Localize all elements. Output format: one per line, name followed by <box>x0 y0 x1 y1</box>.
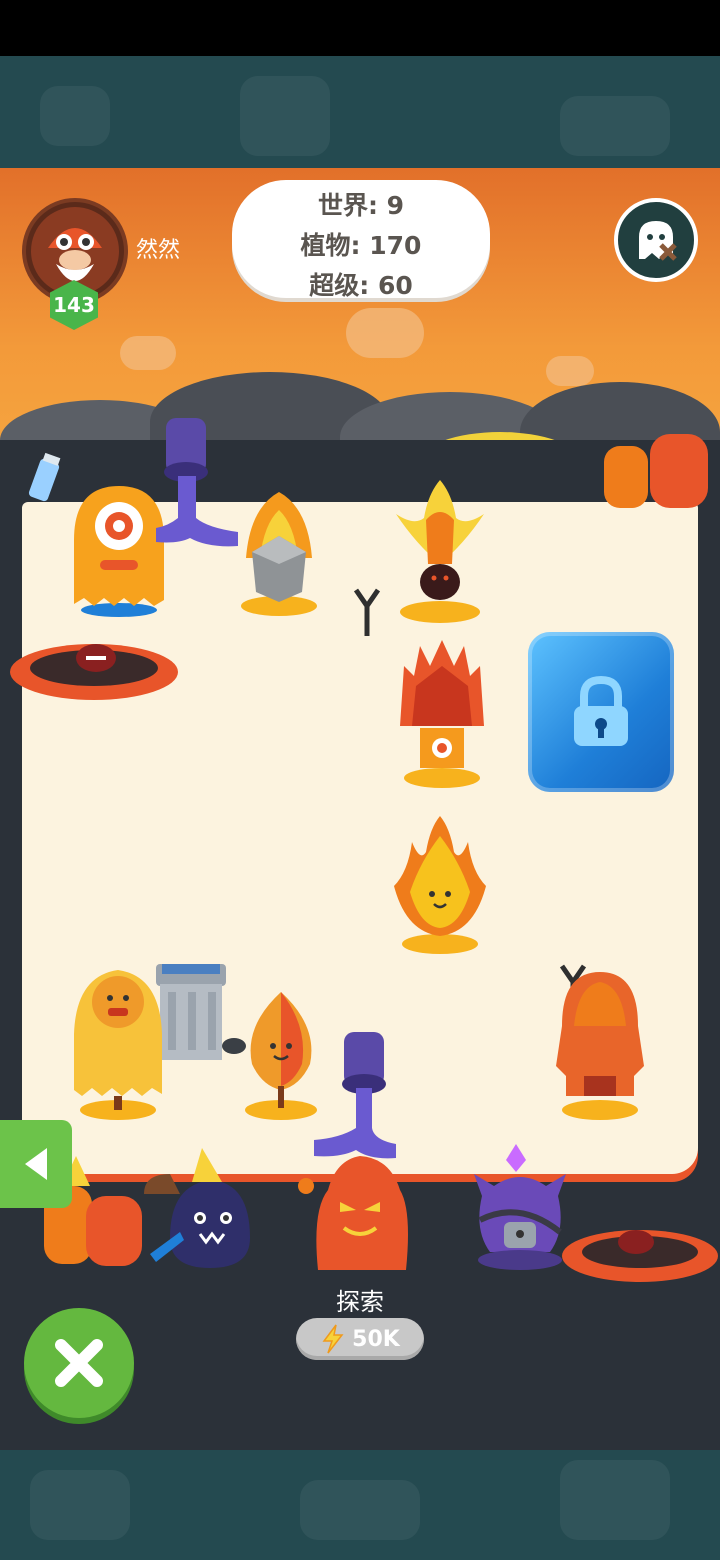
lava-blob-tree[interactable] <box>548 966 652 1126</box>
explore-lava-demon[interactable] <box>298 1150 422 1274</box>
slingshot-item[interactable] <box>350 578 384 638</box>
ghost-cross-icon <box>639 221 677 261</box>
flame-tree[interactable] <box>394 636 490 790</box>
cloud <box>346 308 424 358</box>
purple-horned-monster[interactable] <box>140 1144 256 1274</box>
padlock-icon <box>574 675 628 746</box>
status-bar <box>0 0 720 56</box>
lightning-icon <box>322 1324 344 1354</box>
close-button[interactable] <box>24 1308 134 1418</box>
yellow-furry-monster[interactable] <box>66 964 170 1124</box>
locked-ice-block[interactable] <box>528 632 674 792</box>
purple-bucket[interactable] <box>150 414 250 570</box>
lava-pots <box>604 434 708 508</box>
locked-purple-monster[interactable] <box>470 1140 570 1274</box>
ghost-menu-button[interactable] <box>614 198 698 282</box>
cloud <box>546 356 594 386</box>
decorative-bottom-band <box>0 1450 720 1560</box>
stat-plants: 植物: 170 <box>300 231 422 260</box>
yellow-flame-plant[interactable] <box>390 812 490 958</box>
stat-world: 世界: 9 <box>317 191 405 220</box>
explore-cost: 50K <box>352 1326 400 1352</box>
stat-super: 超级: 60 <box>309 271 413 300</box>
player-name: 然然 <box>136 238 181 263</box>
cloud <box>120 336 176 370</box>
water-bottle <box>28 452 61 502</box>
stats-cloud: 世界: 9 植物: 170 超级: 60 <box>232 180 490 300</box>
explore-label: 探索 <box>336 1288 384 1316</box>
chevron-left-icon <box>25 1148 47 1180</box>
back-button[interactable] <box>0 1120 72 1208</box>
lava-pit[interactable] <box>560 1216 720 1290</box>
lava-pit[interactable] <box>6 628 186 708</box>
feather-plant[interactable] <box>386 474 494 624</box>
close-x-icon <box>55 1339 103 1387</box>
explore-cost-button[interactable]: 50K <box>296 1318 424 1360</box>
decorative-top-band <box>0 56 720 168</box>
